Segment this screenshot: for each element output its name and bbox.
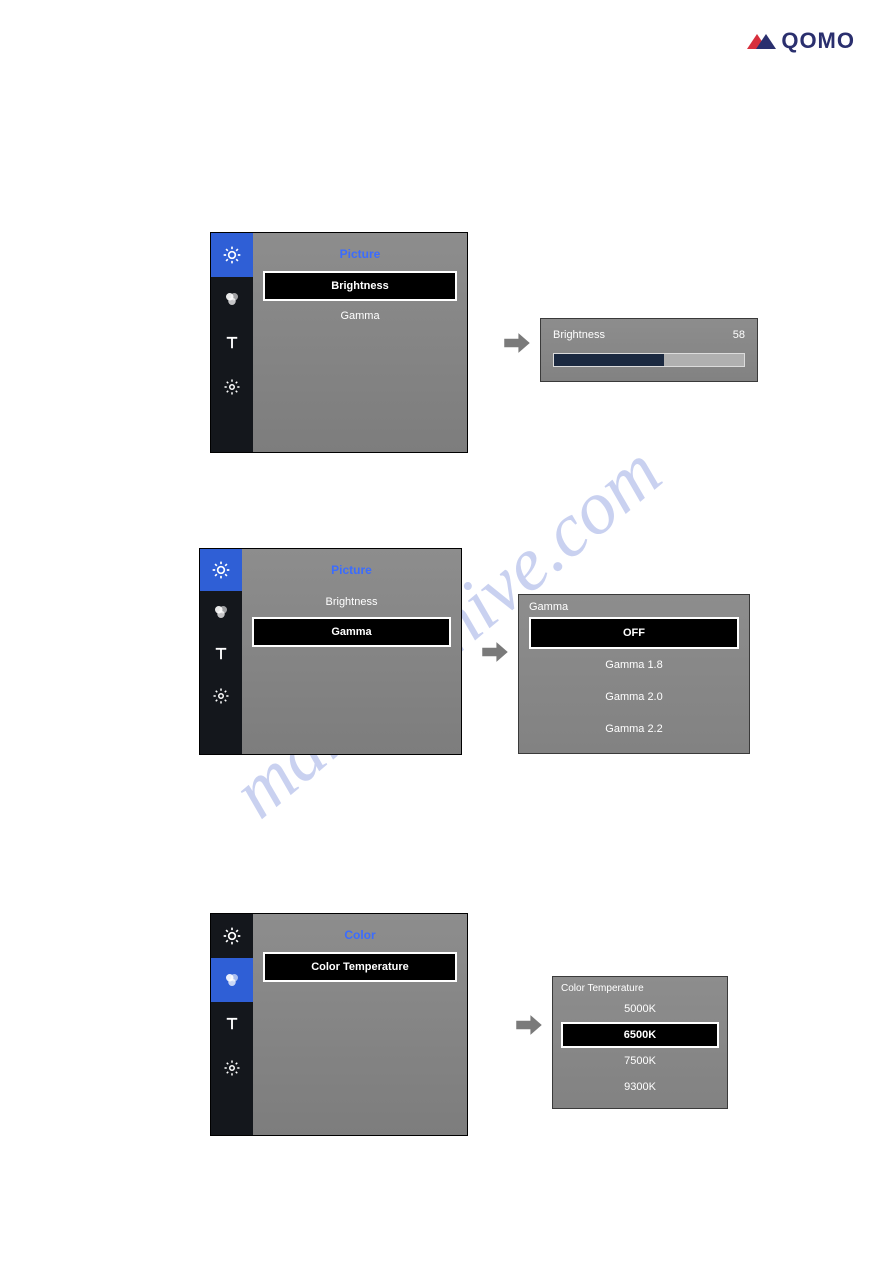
osd-title: Picture	[252, 555, 451, 587]
gamma-option-2-2[interactable]: Gamma 2.2	[529, 713, 739, 745]
color-temp-option-9300k[interactable]: 9300K	[561, 1074, 719, 1100]
osd-sidebar	[211, 233, 253, 452]
sidebar-tab-color[interactable]	[200, 591, 242, 633]
osd-menu-picture-brightness: Picture Brightness Gamma	[210, 232, 468, 453]
brand-name: QOMO	[781, 28, 855, 54]
arrow-right-icon	[500, 326, 534, 360]
arrow-right-icon	[512, 1008, 546, 1042]
figure-brightness: Picture Brightness Gamma Brightness 58	[210, 232, 758, 453]
brand-logo: QOMO	[747, 28, 855, 54]
osd-menu-color: Color Color Temperature	[210, 913, 468, 1136]
sidebar-tab-settings[interactable]	[200, 675, 242, 717]
brightness-slider-popout: Brightness 58	[540, 318, 758, 382]
brightness-slider[interactable]	[553, 353, 745, 367]
menu-item-gamma[interactable]: Gamma	[263, 301, 457, 331]
figure-color-temp: Color Color Temperature Color Temperatur…	[210, 913, 728, 1136]
sidebar-tab-picture[interactable]	[211, 914, 253, 958]
arrow-right-icon	[478, 635, 512, 669]
sidebar-tab-picture[interactable]	[200, 549, 242, 591]
sidebar-tab-text[interactable]	[211, 321, 253, 365]
osd-panel: Picture Brightness Gamma	[242, 549, 461, 754]
osd-panel: Picture Brightness Gamma	[253, 233, 467, 452]
gamma-options-popout: Gamma OFF Gamma 1.8 Gamma 2.0 Gamma 2.2	[518, 594, 750, 754]
osd-sidebar	[200, 549, 242, 754]
osd-menu-picture-gamma: Picture Brightness Gamma	[199, 548, 462, 755]
sidebar-tab-settings[interactable]	[211, 1046, 253, 1090]
color-temp-options-popout: Color Temperature 5000K 6500K 7500K 9300…	[552, 976, 728, 1109]
gamma-option-off[interactable]: OFF	[529, 617, 739, 649]
gamma-popout-title: Gamma	[529, 601, 739, 613]
sidebar-tab-text[interactable]	[211, 1002, 253, 1046]
sidebar-tab-color[interactable]	[211, 277, 253, 321]
gamma-option-2-0[interactable]: Gamma 2.0	[529, 681, 739, 713]
menu-item-color-temperature[interactable]: Color Temperature	[263, 952, 457, 982]
brightness-value: 58	[733, 329, 745, 341]
menu-item-gamma[interactable]: Gamma	[252, 617, 451, 647]
menu-item-brightness[interactable]: Brightness	[263, 271, 457, 301]
osd-sidebar	[211, 914, 253, 1135]
sidebar-tab-text[interactable]	[200, 633, 242, 675]
brightness-label: Brightness	[553, 329, 605, 341]
figure-gamma: Picture Brightness Gamma Gamma OFF Gamma…	[199, 548, 750, 755]
osd-title: Color	[263, 920, 457, 952]
sidebar-tab-color[interactable]	[211, 958, 253, 1002]
color-temp-popout-title: Color Temperature	[561, 983, 719, 994]
color-temp-option-7500k[interactable]: 7500K	[561, 1048, 719, 1074]
menu-item-brightness[interactable]: Brightness	[252, 587, 451, 617]
gamma-option-1-8[interactable]: Gamma 1.8	[529, 649, 739, 681]
brand-mark-icon	[747, 31, 777, 51]
brightness-slider-fill	[554, 354, 664, 366]
sidebar-tab-settings[interactable]	[211, 365, 253, 409]
osd-panel: Color Color Temperature	[253, 914, 467, 1135]
sidebar-tab-picture[interactable]	[211, 233, 253, 277]
color-temp-option-5000k[interactable]: 5000K	[561, 996, 719, 1022]
osd-title: Picture	[263, 239, 457, 271]
color-temp-option-6500k[interactable]: 6500K	[561, 1022, 719, 1048]
